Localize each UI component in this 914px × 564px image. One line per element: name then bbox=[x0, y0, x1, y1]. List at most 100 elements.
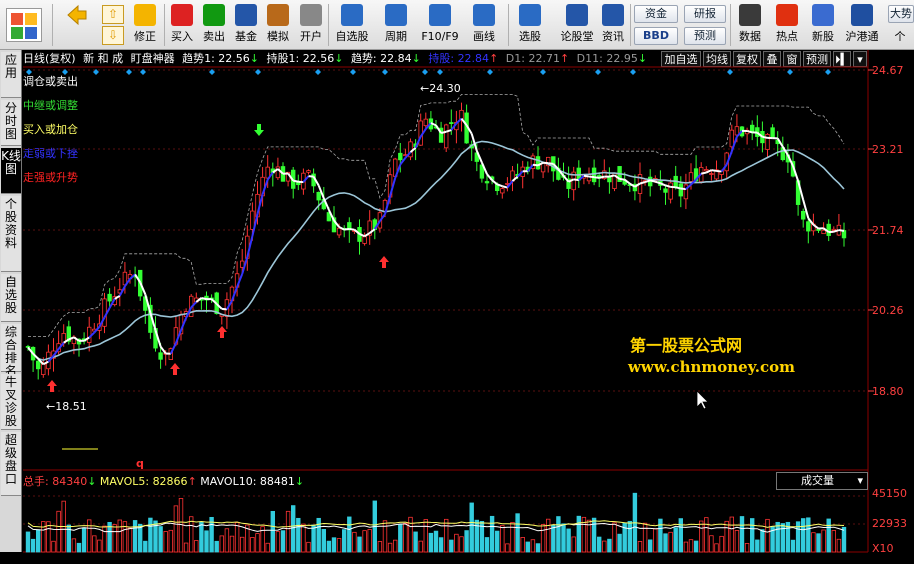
volume-bar bbox=[341, 529, 347, 553]
volume-bar bbox=[494, 530, 500, 553]
trend-segment bbox=[440, 130, 447, 135]
volume-bar bbox=[301, 523, 306, 553]
volume-bar bbox=[597, 536, 602, 553]
volume-bar bbox=[663, 533, 668, 553]
volume-bar bbox=[229, 535, 235, 553]
volume-header: 总手: 84340↓ MAVOL5: 82866↑ MAVOL10: 88481… bbox=[23, 475, 305, 488]
volume-bar bbox=[525, 541, 530, 553]
signal-diamond-10 bbox=[422, 69, 428, 75]
volume-bar bbox=[367, 529, 372, 553]
volume-bar bbox=[270, 510, 275, 553]
candle-body bbox=[500, 188, 505, 194]
volume-bar bbox=[780, 523, 785, 553]
signal-diamond-16 bbox=[727, 69, 733, 75]
volume-bar bbox=[311, 524, 316, 553]
volume-bar bbox=[306, 541, 311, 553]
volume-bar bbox=[255, 533, 260, 553]
volume-bar bbox=[418, 540, 423, 553]
volume-bar bbox=[413, 531, 418, 553]
volume-bar bbox=[744, 543, 750, 553]
volume-bar bbox=[336, 538, 342, 553]
buy-arrow-icon bbox=[47, 380, 57, 392]
trend-segment bbox=[680, 187, 687, 191]
volume-bar bbox=[87, 519, 92, 553]
trend-segment bbox=[619, 177, 625, 181]
candle-body bbox=[107, 293, 112, 302]
volume-bar bbox=[816, 533, 821, 553]
volume-bar bbox=[357, 536, 362, 553]
volume-bar bbox=[214, 540, 219, 553]
candle-body bbox=[336, 227, 342, 236]
volume-bar bbox=[173, 505, 179, 553]
volume-bar bbox=[500, 525, 505, 553]
volume-bar bbox=[438, 537, 444, 553]
volume-bar bbox=[316, 517, 321, 553]
volume-bar bbox=[137, 523, 143, 553]
volume-bar bbox=[648, 539, 653, 553]
volume-bar bbox=[693, 540, 699, 553]
volume-bar bbox=[831, 530, 836, 553]
volume-bar bbox=[71, 538, 77, 553]
candle-body bbox=[484, 181, 490, 184]
volume-bar bbox=[377, 541, 383, 553]
volume-bar bbox=[224, 528, 230, 553]
trend-segment bbox=[292, 179, 299, 183]
volume-indicator-select[interactable]: 成交量 ▾ bbox=[776, 472, 868, 490]
volume-bar bbox=[352, 531, 357, 553]
volume-bar bbox=[811, 532, 816, 553]
volume-bar bbox=[469, 502, 474, 553]
candle-body bbox=[607, 177, 612, 183]
volume-bar bbox=[132, 520, 138, 553]
volume-bar bbox=[428, 532, 434, 553]
volume-bar bbox=[331, 537, 337, 553]
buy-arrow-icon bbox=[379, 256, 389, 268]
volume-bar bbox=[806, 517, 811, 553]
trend-segment bbox=[532, 163, 539, 167]
candle-body bbox=[750, 124, 755, 132]
volume-bar bbox=[36, 529, 41, 553]
signal-diamond-0 bbox=[26, 69, 32, 75]
trend-segment bbox=[364, 232, 371, 238]
volume-bar bbox=[826, 518, 831, 553]
mavol5-label: MAVOL5: bbox=[99, 475, 153, 488]
trend-segment bbox=[588, 175, 595, 179]
volume-bar bbox=[199, 521, 204, 553]
buy-arrow-icon bbox=[170, 363, 180, 375]
volume-bar bbox=[92, 535, 97, 553]
sell-arrow-icon bbox=[254, 124, 264, 136]
price-tick-label: 23.21 bbox=[872, 143, 904, 156]
volume-bar bbox=[566, 528, 571, 553]
volume-bar bbox=[408, 516, 413, 553]
signal-diamond-15 bbox=[630, 69, 636, 75]
price-tick-label: 24.67 bbox=[872, 64, 904, 77]
volume-bar bbox=[183, 542, 189, 553]
volume-bar bbox=[704, 517, 709, 553]
candle-body bbox=[678, 183, 683, 197]
volume-bar bbox=[459, 536, 464, 553]
volume-bar bbox=[454, 533, 459, 553]
signal-diamond-4 bbox=[140, 69, 146, 75]
signal-diamond-7 bbox=[315, 69, 321, 75]
volume-bar bbox=[265, 542, 270, 553]
trend-segment bbox=[746, 129, 753, 134]
trend-segment bbox=[455, 117, 463, 125]
volume-bar bbox=[765, 518, 770, 553]
volume-bar bbox=[81, 527, 87, 553]
candle-body bbox=[25, 346, 31, 348]
volume-bar bbox=[296, 517, 301, 553]
volume-bar bbox=[464, 530, 469, 553]
volume-bar bbox=[56, 510, 61, 553]
price-tick-label: 20.26 bbox=[872, 304, 904, 317]
trend-segment bbox=[598, 175, 605, 179]
volume-bar bbox=[234, 522, 240, 553]
volume-bar bbox=[219, 535, 224, 553]
signal-diamond-1 bbox=[62, 69, 68, 75]
volume-bar bbox=[321, 528, 326, 553]
signal-diamond-13 bbox=[540, 69, 546, 75]
candle-body bbox=[459, 109, 464, 120]
volume-bar bbox=[530, 539, 536, 553]
volume-bar bbox=[627, 520, 632, 553]
volume-bar bbox=[760, 529, 765, 553]
volume-bar bbox=[194, 540, 199, 553]
trend-segment bbox=[201, 296, 207, 301]
